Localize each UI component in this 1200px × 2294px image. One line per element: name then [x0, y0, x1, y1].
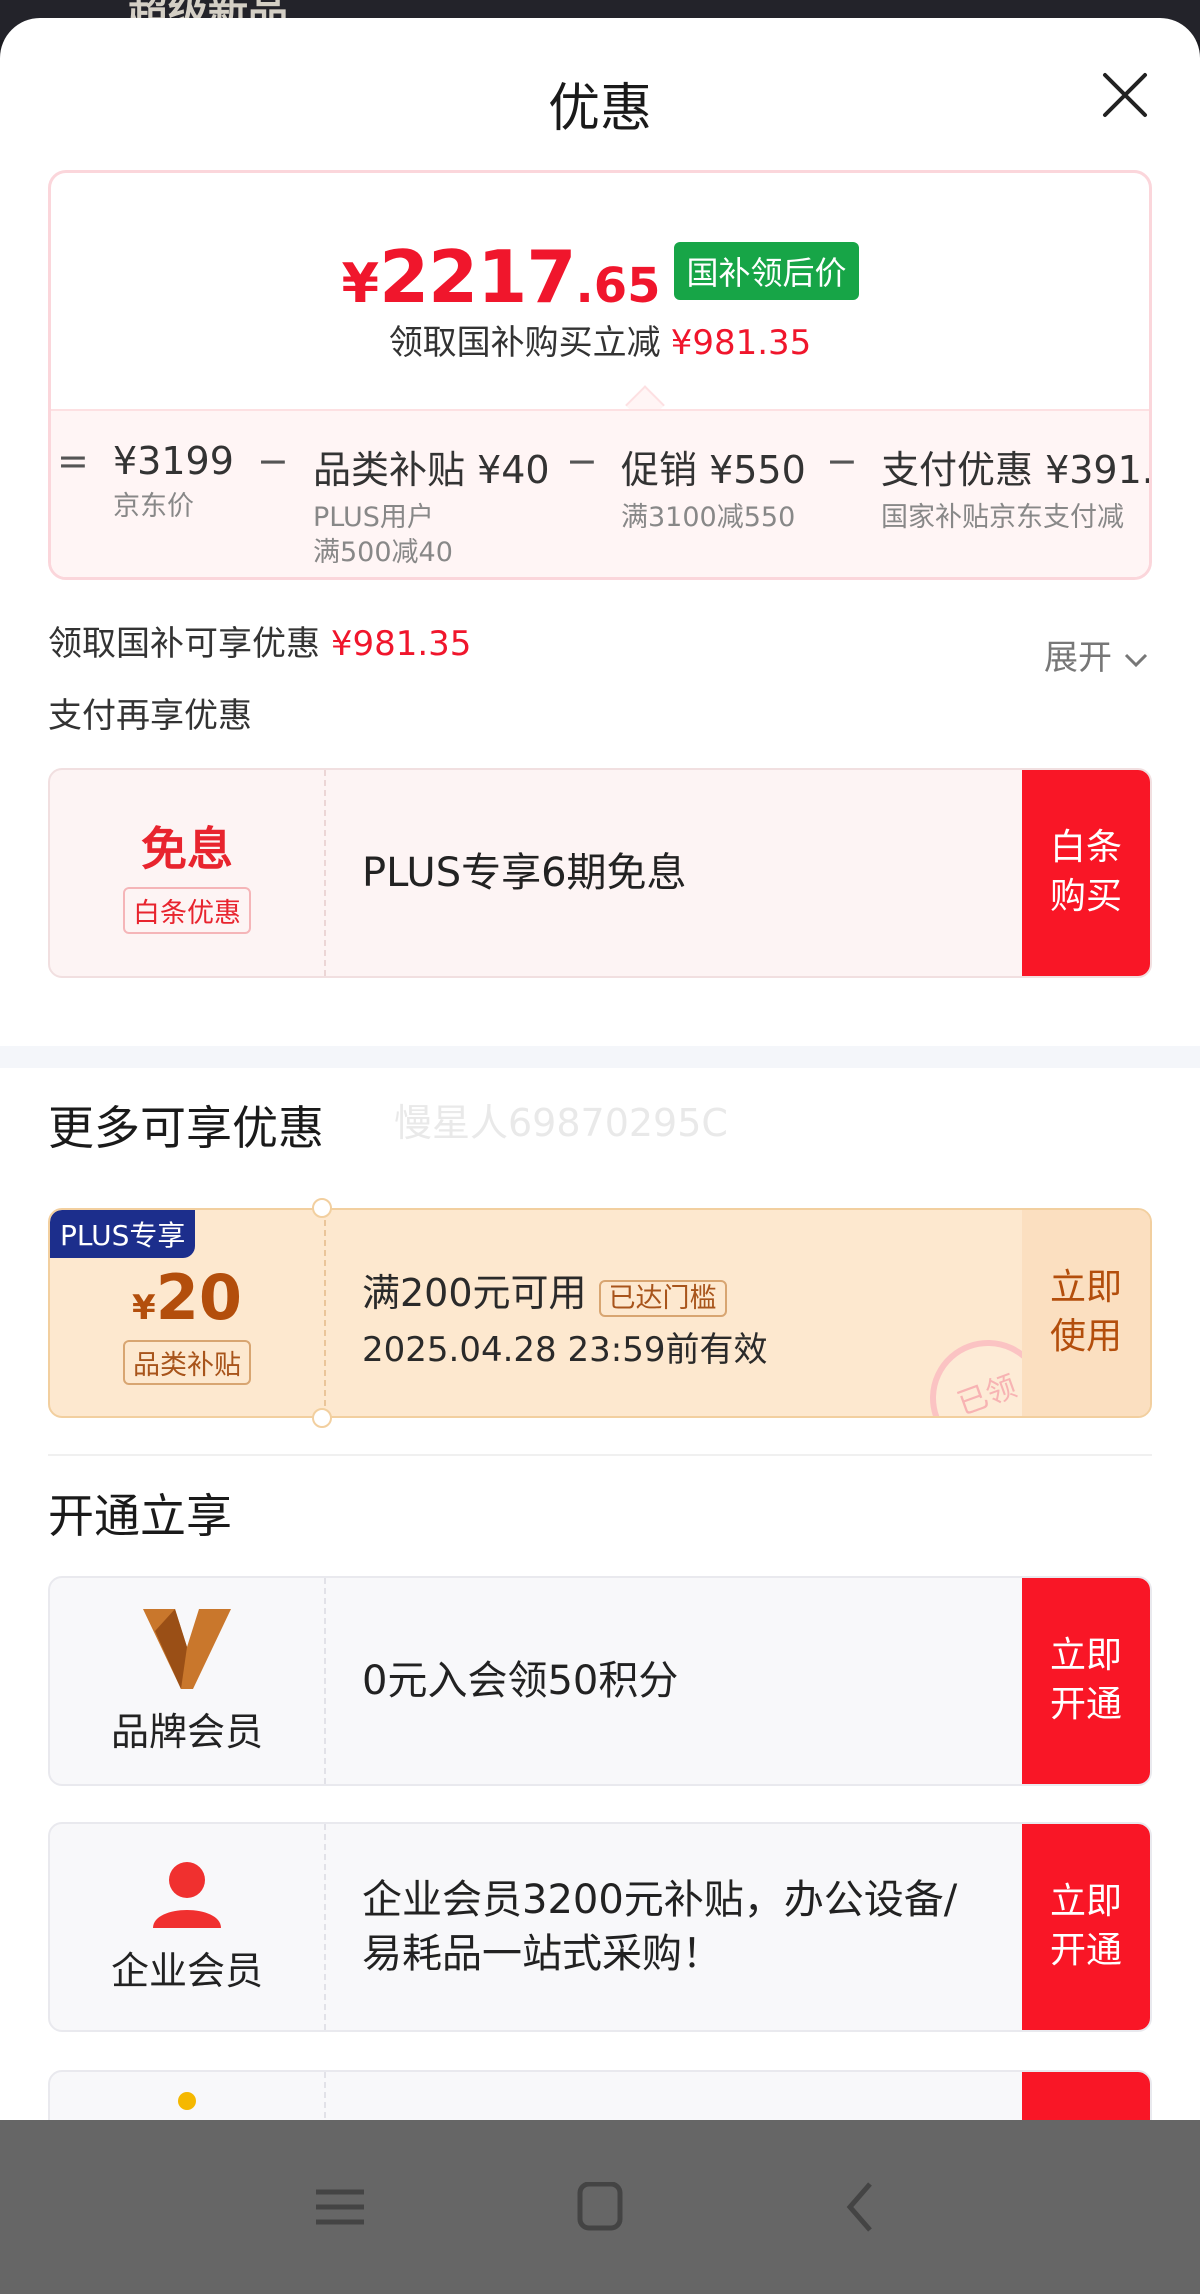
plus-exclusive-tag: PLUS专享 — [50, 1210, 196, 1258]
section-gap — [0, 1046, 1200, 1068]
expand-toggle[interactable]: 展开 — [1044, 630, 1149, 679]
brand-member-label: 品牌会员 — [110, 1709, 263, 1754]
interest-free-title: 免息 — [141, 821, 233, 876]
brand-v-logo-icon — [143, 1608, 231, 1689]
final-price-row: ¥2217.65 国补领后价 — [51, 235, 1149, 319]
equals-sign: = — [57, 439, 89, 483]
menu-icon[interactable] — [310, 2182, 370, 2232]
gov-subsidy-price-badge: 国补领后价 — [674, 242, 859, 300]
price-summary-card: ¥2217.65 国补领后价 领取国补购买立减 ¥981.35 = ¥3199 京… — [48, 170, 1152, 580]
brand-member-card: 品牌会员 0元入会领50积分 立即 开通 — [48, 1576, 1152, 1786]
brand-member-desc: 0元入会领50积分 — [362, 1658, 679, 1704]
coupon-category-tag: 品类补贴 — [123, 1340, 251, 1385]
coupon-card: ¥20 品类补贴 PLUS专享 满200元可用 已达门槛 2025.04.28 2… — [48, 1208, 1152, 1418]
home-icon[interactable] — [570, 2181, 630, 2232]
enterprise-member-card: 企业会员 企业会员3200元补贴，办公设备/ 易耗品一站式采购！ 立即 开通 — [48, 1822, 1152, 2032]
coupon-expiry: 2025.04.28 23:59前有效 — [362, 1330, 768, 1370]
coupon-notch-bottom — [312, 1408, 332, 1428]
coupon-condition: 满200元可用 已达门槛 — [362, 1262, 727, 1317]
person-icon — [153, 1861, 221, 1928]
open-brand-member-button[interactable]: 立即 开通 — [1022, 1578, 1150, 1784]
partial-icon — [178, 2092, 196, 2110]
close-icon[interactable] — [1100, 70, 1150, 120]
breakdown-jd-price: ¥3199 京东价 — [113, 439, 234, 522]
open-membership-heading: 开通立享 — [48, 1489, 232, 1543]
price-breakdown: = ¥3199 京东价 − 品类补贴 ¥40 PLUS用户 满500减40 − … — [51, 409, 1152, 577]
watermark: 慢星人69870295C — [394, 1101, 728, 1145]
enterprise-member-desc: 企业会员3200元补贴，办公设备/ 易耗品一站式采购！ — [362, 1877, 958, 1977]
brand-member-left: 品牌会员 — [50, 1578, 326, 1784]
coupon-amount: ¥20 — [132, 1261, 242, 1334]
final-price: ¥2217.65 — [341, 235, 661, 319]
system-navigation-bar — [0, 2120, 1200, 2294]
open-enterprise-member-button[interactable]: 立即 开通 — [1022, 1824, 1150, 2030]
minus-sign: − — [257, 439, 289, 483]
breakdown-payment-discount: 支付优惠 ¥391.35 国家补贴京东支付减 — [881, 448, 1152, 533]
enterprise-member-left: 企业会员 — [50, 1824, 326, 2030]
divider — [48, 1454, 1152, 1456]
subsidy-reduction-line: 领取国补购买立减 ¥981.35 — [388, 323, 812, 363]
gov-discount-line: 领取国补可享优惠 ¥981.35 — [48, 624, 472, 664]
minus-sign: − — [826, 439, 858, 483]
coupon-notch-top — [312, 1198, 332, 1218]
enterprise-member-label: 企业会员 — [110, 1948, 263, 1993]
chevron-down-icon — [1124, 653, 1147, 667]
baitiao-interest-free-card: 免息 白条优惠 PLUS专享6期免息 白条 购买 — [48, 768, 1152, 978]
pay-discount-label: 支付再享优惠 — [48, 696, 252, 736]
use-now-button[interactable]: 立即 使用 — [1022, 1210, 1150, 1416]
baitiao-tag: 白条优惠 — [123, 886, 251, 934]
back-icon[interactable] — [830, 2182, 890, 2232]
baitiao-left: 免息 白条优惠 — [50, 770, 326, 976]
baitiao-desc: PLUS专享6期免息 — [362, 850, 687, 896]
sheet-title: 优惠 — [547, 79, 652, 139]
more-discounts-heading: 更多可享优惠 — [48, 1101, 324, 1155]
breakdown-promotion: 促销 ¥550 满3100减550 — [621, 448, 806, 533]
baitiao-buy-button[interactable]: 白条 购买 — [1022, 770, 1150, 976]
breakdown-category-subsidy: 品类补贴 ¥40 PLUS用户 满500减40 — [313, 448, 550, 569]
minus-sign: − — [566, 439, 598, 483]
threshold-reached-badge: 已达门槛 — [598, 1280, 727, 1317]
discount-sheet: 优惠 ¥2217.65 国补领后价 领取国补购买立减 ¥981.35 = ¥319… — [0, 18, 1200, 2138]
